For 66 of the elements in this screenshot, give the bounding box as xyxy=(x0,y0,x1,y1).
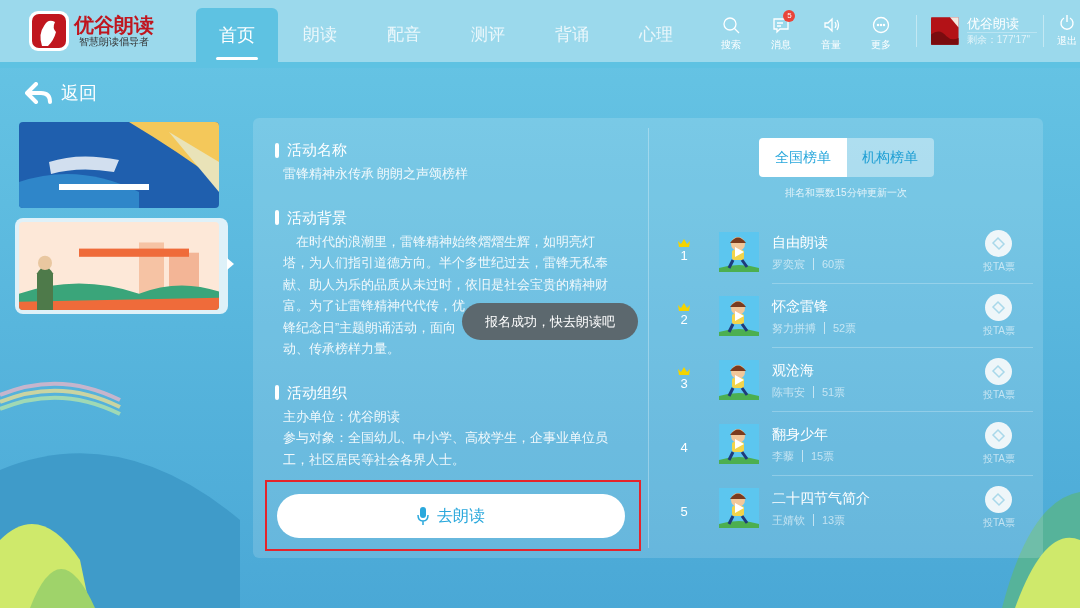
entry-title[interactable]: 翻身少年 xyxy=(772,423,983,444)
vote-count: 51票 xyxy=(822,384,846,400)
author-name: 李藜 xyxy=(772,448,794,464)
nav-tab[interactable]: 朗读 xyxy=(278,8,363,62)
read-button[interactable]: 去朗读 xyxy=(277,494,625,538)
vote-count: 15票 xyxy=(811,448,835,464)
paragraph-line: 献、助人为乐的品质从未过时，依旧是社会宝贵的精神财 xyxy=(283,276,608,294)
logo-text: 优谷朗读 xyxy=(74,14,154,36)
info-text: 工，社区居民等社会各界人士。 xyxy=(283,451,465,469)
nav-tab[interactable]: 心理 xyxy=(614,8,699,62)
count-badge: 5 xyxy=(783,10,796,22)
author-name: 罗奕宸 xyxy=(772,256,805,272)
nav-tab[interactable]: 测评 xyxy=(446,8,531,62)
nav-tab[interactable]: 背诵 xyxy=(530,8,615,62)
nav-tab[interactable]: 配音 xyxy=(362,8,447,62)
play-icon[interactable] xyxy=(733,374,745,386)
rank-number: 5 xyxy=(680,503,688,521)
back-button[interactable]: 返回 xyxy=(25,79,97,107)
info-text: 参与对象：全国幼儿、中小学、高校学生，企事业单位员 xyxy=(283,430,608,447)
author-name: 陈韦安 xyxy=(772,384,805,400)
entry-title[interactable]: 怀念雷锋 xyxy=(772,295,983,316)
entry-title[interactable]: 观沧海 xyxy=(772,359,983,380)
back-icon xyxy=(25,82,53,104)
logo-slogan: 智慧朗读倡导者 xyxy=(79,36,149,48)
section-title: 活动组织 xyxy=(287,382,347,403)
ranking-tab[interactable]: 全国榜单 xyxy=(758,138,847,177)
info-text: 雷锋精神永传承 朗朗之声颂榜样 xyxy=(283,166,469,183)
paragraph-line: 锋纪念日”主题朗诵活动，面向 xyxy=(283,319,457,337)
power-icon xyxy=(1059,14,1076,30)
more-button[interactable]: 更多 xyxy=(856,10,907,52)
vote-count: 13票 xyxy=(822,512,846,528)
entry-title[interactable]: 二十四节气简介 xyxy=(772,487,983,508)
search-icon xyxy=(722,16,741,34)
paragraph-line: 在时代的浪潮里，雷锋精神始终熠熠生辉，如明亮灯 xyxy=(295,233,595,251)
logo-icon xyxy=(28,10,70,52)
vote-count: 52票 xyxy=(833,320,857,336)
logout-button[interactable]: 退出 xyxy=(1054,14,1080,48)
author-name: 王婧钦 xyxy=(772,512,805,528)
pointer-icon xyxy=(227,258,234,270)
play-icon[interactable] xyxy=(733,246,745,258)
rank-number: 2 xyxy=(680,311,688,329)
more-icon xyxy=(872,16,891,34)
rank-number: 3 xyxy=(680,375,688,393)
paragraph-line: 塔，为人们指引道德方向。半个多世纪过去，雷锋无私奉 xyxy=(283,255,608,272)
microphone-icon xyxy=(417,507,429,525)
author-name: 努力拼搏 xyxy=(772,320,816,336)
ranking-tab[interactable]: 机构榜单 xyxy=(846,138,934,177)
search-button[interactable]: 搜索 xyxy=(706,10,757,52)
speaker-icon xyxy=(822,16,841,34)
info-text: 主办单位：优谷朗读 xyxy=(283,408,400,426)
user-name: 优谷朗读 xyxy=(966,15,1020,32)
entry-title[interactable]: 自由朗读 xyxy=(772,231,983,252)
chat-icon xyxy=(772,16,791,34)
vote-count: 60票 xyxy=(822,256,846,272)
section-title: 活动背景 xyxy=(287,207,347,228)
paragraph-line: 动、传承榜样力量。 xyxy=(283,341,400,358)
play-icon[interactable] xyxy=(733,502,745,514)
rank-number: 1 xyxy=(680,247,688,265)
play-icon[interactable] xyxy=(733,438,745,450)
play-icon[interactable] xyxy=(733,310,745,322)
ranking-note: 排名和票数15分钟更新一次 xyxy=(785,186,907,200)
message-button[interactable]: 消息 5 xyxy=(756,10,807,52)
section-title: 活动名称 xyxy=(287,140,347,160)
rank-number: 4 xyxy=(680,439,688,457)
volume-button[interactable]: 音量 xyxy=(806,10,857,52)
nav-tab[interactable]: 首页 xyxy=(196,8,279,62)
